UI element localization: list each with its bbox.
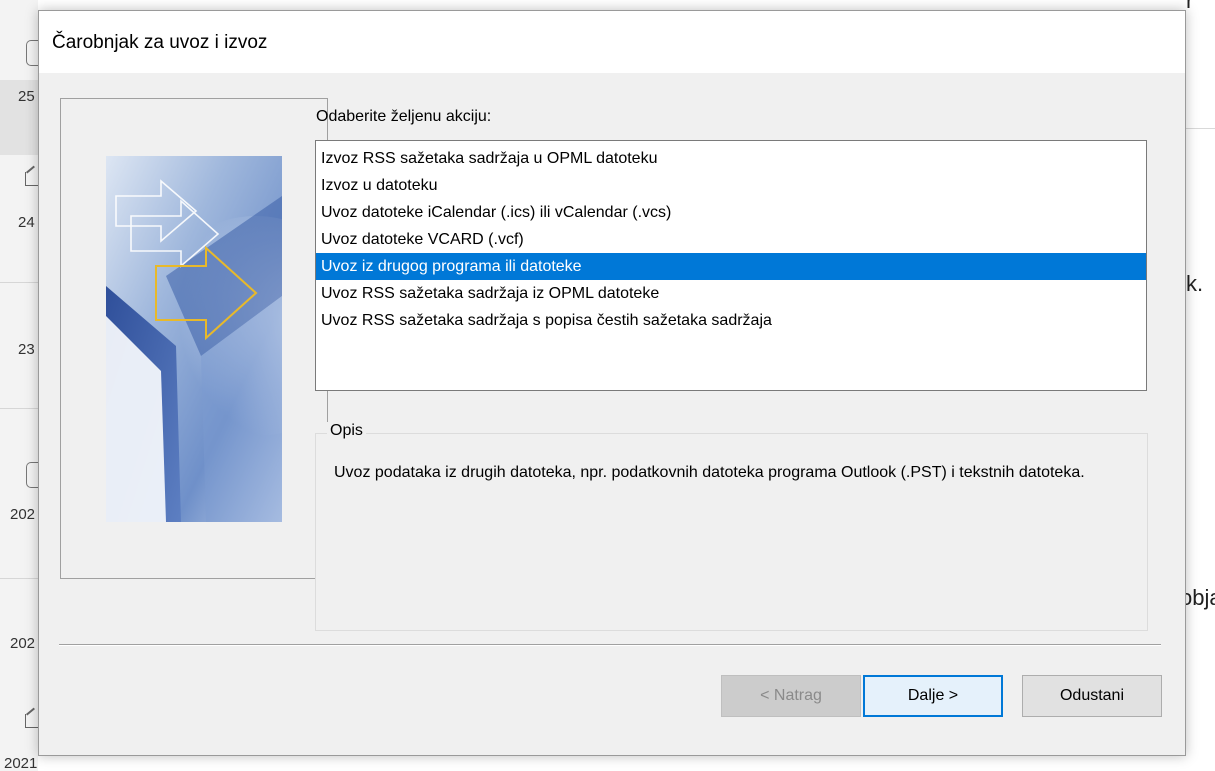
description-text: Uvoz podataka iz drugih datoteka, npr. p… xyxy=(334,464,1085,481)
background-divider xyxy=(0,282,38,283)
background-divider xyxy=(1186,128,1215,129)
cancel-button[interactable]: Odustani xyxy=(1022,675,1162,717)
background-divider xyxy=(0,578,38,579)
wizard-illustration xyxy=(106,156,282,522)
envelope-icon xyxy=(25,714,38,728)
list-item[interactable]: Izvoz u datoteku xyxy=(316,172,1146,199)
background-message-list: 25 24 23 202 202 2021 xyxy=(0,0,38,771)
footer-divider xyxy=(59,644,1161,645)
list-item[interactable]: Izvoz RSS sažetaka sadržaja u OPML datot… xyxy=(316,145,1146,172)
background-divider xyxy=(0,408,38,409)
list-item[interactable]: Uvoz datoteke VCARD (.vcf) xyxy=(316,226,1146,253)
dialog-titlebar[interactable]: Čarobnjak za uvoz i izvoz xyxy=(39,11,1185,73)
wizard-illustration-frame xyxy=(60,98,328,579)
list-item[interactable]: Uvoz RSS sažetaka sadržaja s popisa čest… xyxy=(316,307,1146,334)
description-legend: Opis xyxy=(327,422,366,440)
action-label: Odaberite željenu akciju: xyxy=(316,108,492,125)
import-export-wizard-dialog: Čarobnjak za uvoz i izvoz Odaberite želj… xyxy=(38,10,1186,756)
next-button[interactable]: Dalje > xyxy=(863,675,1003,717)
back-button[interactable]: < Natrag xyxy=(721,675,861,717)
background-date: 2021 xyxy=(4,755,38,771)
action-listbox[interactable]: Izvoz RSS sažetaka sadržaja u OPML datot… xyxy=(315,140,1147,391)
calendar-icon xyxy=(26,462,38,488)
description-groupbox: Opis Uvoz podataka iz drugih datoteka, n… xyxy=(315,422,1148,631)
list-item-selected[interactable]: Uvoz iz drugog programa ili datoteke xyxy=(316,253,1146,280)
background-text-fragment: r xyxy=(1186,0,1194,13)
list-item[interactable]: Uvoz RSS sažetaka sadržaja iz OPML datot… xyxy=(316,280,1146,307)
envelope-icon xyxy=(25,172,38,186)
list-item[interactable]: Uvoz datoteke iCalendar (.ics) ili vCale… xyxy=(316,199,1146,226)
calendar-icon xyxy=(26,40,38,66)
background-text-fragment: k. xyxy=(1186,271,1204,296)
dialog-title: Čarobnjak za uvoz i izvoz xyxy=(52,32,268,53)
